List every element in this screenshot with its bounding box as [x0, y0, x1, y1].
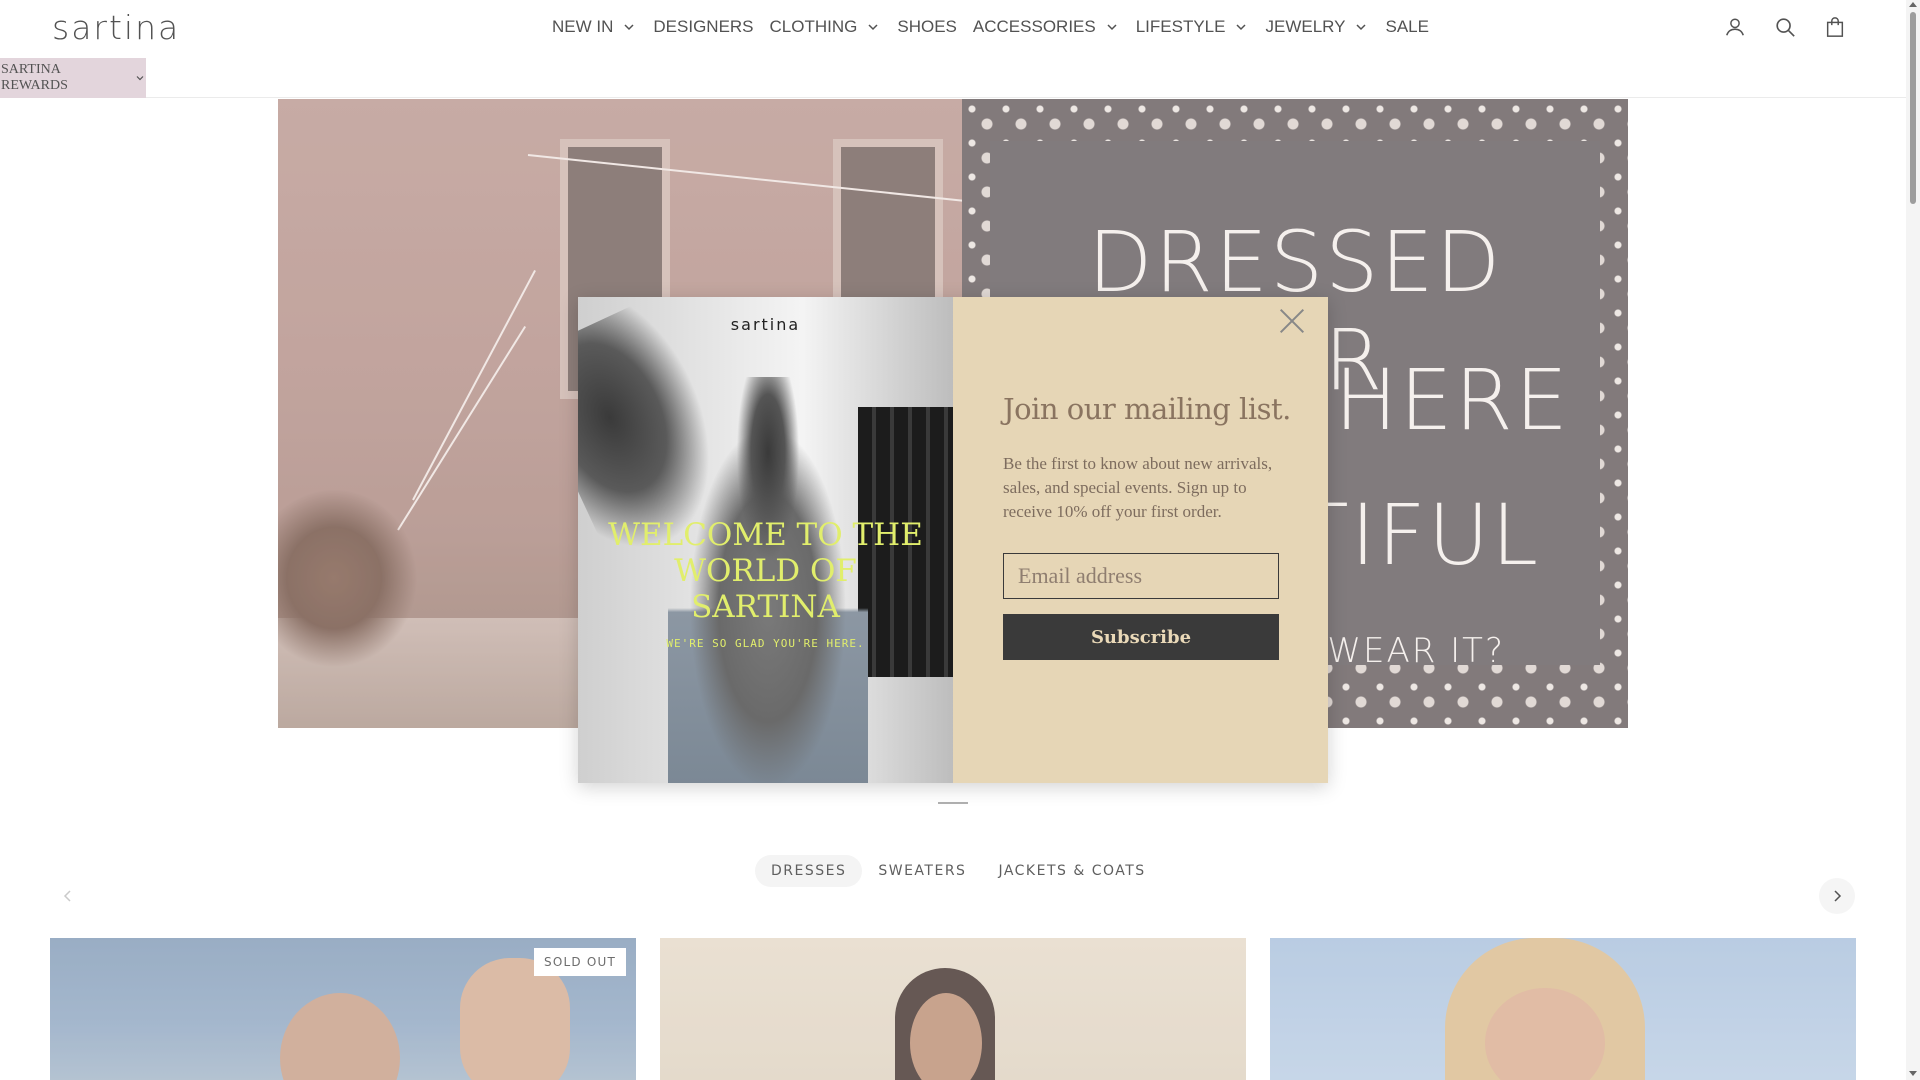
page-scrollbar[interactable] [1906, 0, 1920, 1080]
email-field[interactable] [1003, 553, 1279, 599]
popup-logo: sartina [730, 315, 801, 334]
popup-image: sartina WELCOME TO THE WORLD OF SARTINA … [578, 297, 953, 783]
welcome-heading: WELCOME TO THE WORLD OF SARTINA [608, 517, 923, 625]
popup-description: Be the first to know about new arrivals,… [1003, 454, 1273, 521]
popup-title: Join our mailing list. [1003, 392, 1291, 426]
scroll-up-arrow[interactable] [1909, 2, 1917, 7]
welcome-subtext: WE'RE SO GLAD YOU'RE HERE. [666, 637, 865, 650]
newsletter-popup: sartina WELCOME TO THE WORLD OF SARTINA … [578, 297, 1328, 783]
scrollbar-thumb[interactable] [1910, 12, 1916, 204]
scroll-down-arrow[interactable] [1909, 1071, 1917, 1076]
popup-form-panel: Join our mailing list. Be the first to k… [953, 297, 1328, 783]
close-icon[interactable] [1274, 303, 1310, 339]
subscribe-button[interactable]: Subscribe [1003, 614, 1279, 660]
